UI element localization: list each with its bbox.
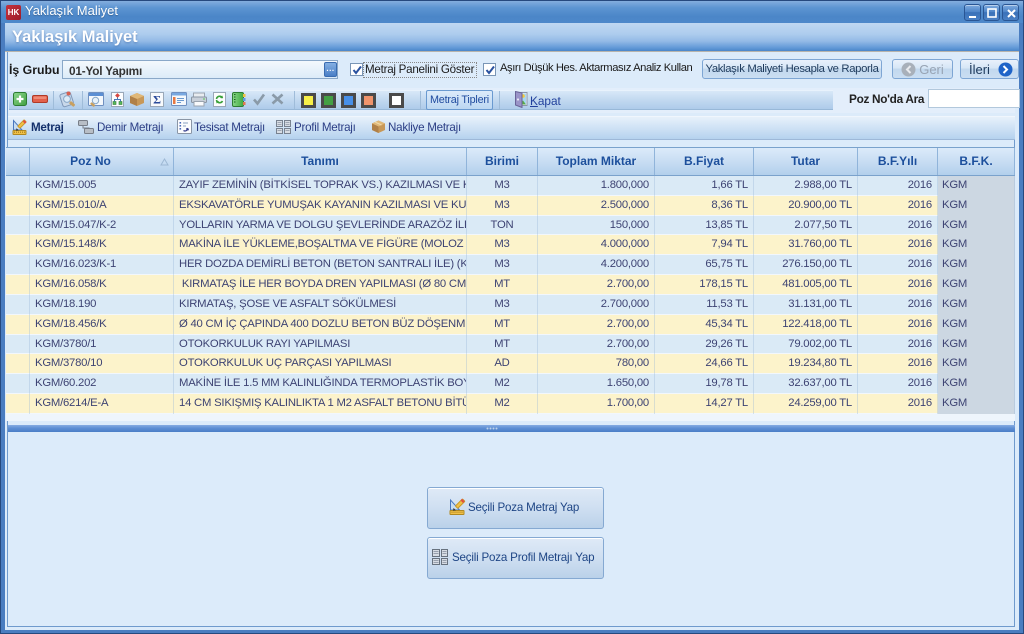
svg-text:Σ: Σ: [153, 93, 161, 107]
